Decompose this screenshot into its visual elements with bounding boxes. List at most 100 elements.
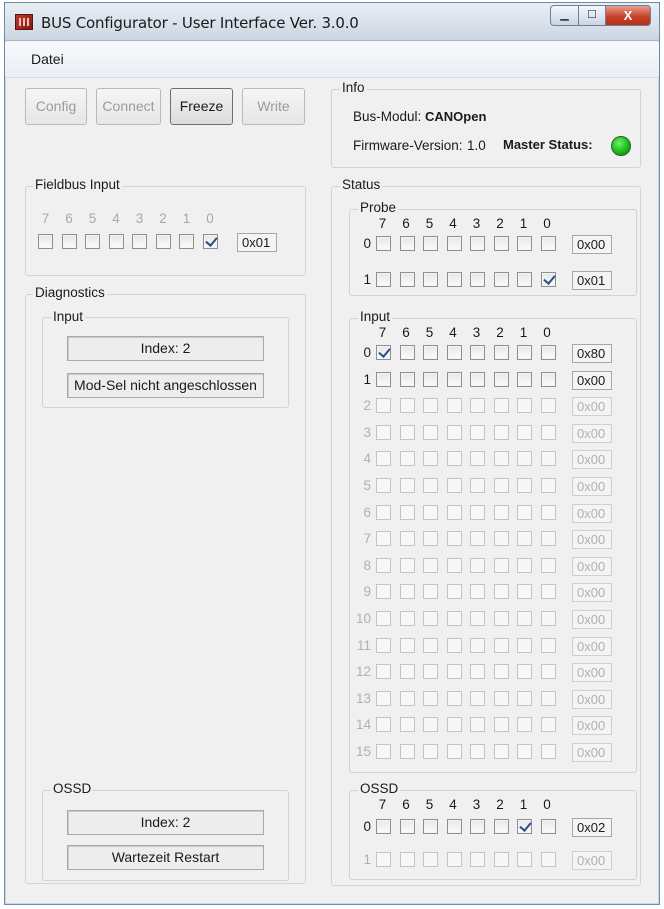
- bit-checkbox[interactable]: [540, 272, 556, 287]
- bit-checkbox: [446, 744, 462, 759]
- bit-checkbox[interactable]: [376, 819, 391, 834]
- bit-checkbox[interactable]: [470, 371, 485, 387]
- bit-checkbox[interactable]: [493, 236, 509, 251]
- bit-checkbox[interactable]: [470, 345, 485, 360]
- bit-checkbox: [517, 584, 532, 600]
- bit-checkbox[interactable]: [399, 236, 415, 251]
- hex-value-field: 0x00: [572, 423, 612, 443]
- bit-checkbox: [399, 611, 415, 626]
- bit-checkbox: [376, 584, 391, 600]
- bit-checkbox: [470, 637, 485, 653]
- bit-checkbox[interactable]: [517, 371, 532, 387]
- bit-checkbox[interactable]: [376, 371, 391, 387]
- bit-checkbox[interactable]: [517, 272, 532, 287]
- close-button[interactable]: X: [605, 5, 651, 26]
- bit-row: 2 0x00: [0, 397, 664, 417]
- bit-checkbox[interactable]: [446, 236, 462, 251]
- bit-checkbox[interactable]: [423, 236, 438, 251]
- hex-value-field: 0x00: [572, 743, 612, 762]
- bit-checkbox[interactable]: [470, 236, 485, 251]
- row-label: 0: [363, 345, 371, 360]
- bit-checkbox[interactable]: [423, 272, 438, 287]
- row-label: 4: [363, 451, 371, 467]
- connect-button[interactable]: Connect: [96, 88, 161, 125]
- hex-value-field[interactable]: 0x02: [572, 818, 612, 837]
- info-group: [331, 89, 641, 168]
- bit-checkbox: [446, 504, 462, 520]
- maximize-button[interactable]: ☐: [578, 5, 605, 26]
- bit-checkbox: [399, 852, 415, 867]
- bit-checkbox: [399, 690, 415, 706]
- bit-checkbox[interactable]: [493, 371, 509, 387]
- hex-value-field[interactable]: 0x00: [572, 235, 612, 254]
- minimize-button[interactable]: ▁: [550, 5, 578, 26]
- bit-checkbox[interactable]: [517, 236, 532, 251]
- bit-label-3: 3: [472, 797, 481, 812]
- bit-checkbox[interactable]: [517, 819, 532, 834]
- bit-checkbox[interactable]: [423, 345, 438, 360]
- bit-checkbox: [399, 637, 415, 653]
- bit-checkbox: [376, 504, 391, 520]
- bit-checkbox: [493, 664, 509, 680]
- probe-title: Probe: [358, 200, 399, 215]
- bit-label-3: 3: [472, 325, 481, 340]
- bit-checkbox[interactable]: [423, 819, 438, 834]
- bit-checkbox[interactable]: [517, 345, 532, 360]
- bit-checkbox[interactable]: [446, 371, 462, 387]
- bit-checkbox: [446, 852, 462, 867]
- bit-checkbox[interactable]: [399, 371, 415, 387]
- bit-checkbox[interactable]: [423, 371, 438, 387]
- info-group-title: Info: [340, 80, 367, 95]
- bit-label-1: 1: [519, 797, 528, 812]
- bit-checkbox[interactable]: [540, 819, 556, 834]
- title-bar[interactable]: BUS Configurator - User Interface Ver. 3…: [5, 3, 659, 41]
- row-label: 1: [363, 272, 371, 287]
- bit-checkbox[interactable]: [540, 371, 556, 387]
- bit-checkbox[interactable]: [376, 345, 391, 360]
- bit-label-3: 3: [135, 211, 144, 226]
- bit-checkbox: [376, 744, 391, 759]
- bit-checkbox[interactable]: [446, 272, 462, 287]
- bit-checkbox: [423, 664, 438, 680]
- bit-checkbox: [540, 690, 556, 706]
- menu-datei[interactable]: Datei: [31, 51, 64, 67]
- hex-value-field[interactable]: 0x01: [572, 271, 612, 290]
- bit-checkbox: [470, 852, 485, 867]
- bit-checkbox[interactable]: [446, 345, 462, 360]
- bit-checkbox[interactable]: [493, 345, 509, 360]
- bit-checkbox[interactable]: [376, 236, 391, 251]
- bit-checkbox: [423, 584, 438, 600]
- row-label: 10: [355, 611, 371, 626]
- bit-checkbox[interactable]: [470, 819, 485, 834]
- bit-checkbox: [540, 744, 556, 759]
- bit-checkbox: [493, 557, 509, 573]
- bit-checkbox[interactable]: [540, 236, 556, 251]
- bit-checkbox: [470, 664, 485, 680]
- hex-value-field: 0x00: [572, 450, 612, 470]
- bit-checkbox[interactable]: [446, 819, 462, 834]
- bit-checkbox[interactable]: [399, 345, 415, 360]
- bit-row: 10 0x00: [0, 610, 664, 630]
- bit-checkbox[interactable]: [399, 272, 415, 287]
- bit-checkbox[interactable]: [399, 819, 415, 834]
- write-button[interactable]: Write: [242, 88, 305, 125]
- bit-checkbox: [399, 744, 415, 759]
- bit-checkbox[interactable]: [493, 272, 509, 287]
- bit-label-3: 3: [472, 216, 481, 231]
- bit-checkbox[interactable]: [493, 819, 509, 834]
- hex-value-field[interactable]: 0x80: [572, 344, 612, 363]
- config-button[interactable]: Config: [25, 88, 87, 125]
- bit-checkbox: [376, 852, 391, 867]
- bit-label-2: 2: [496, 797, 504, 812]
- freeze-button[interactable]: Freeze: [170, 88, 233, 125]
- app-icon: [15, 14, 33, 30]
- bit-checkbox: [493, 504, 509, 520]
- bit-checkbox[interactable]: [376, 272, 391, 287]
- firmware-label: Firmware-Version:: [353, 138, 463, 153]
- hex-value-field[interactable]: 0x00: [572, 370, 612, 390]
- bit-label-0: 0: [543, 325, 551, 340]
- bit-checkbox[interactable]: [470, 272, 485, 287]
- bit-label-6: 6: [402, 325, 410, 340]
- bit-checkbox[interactable]: [540, 345, 556, 360]
- bit-label-0: 0: [543, 797, 551, 812]
